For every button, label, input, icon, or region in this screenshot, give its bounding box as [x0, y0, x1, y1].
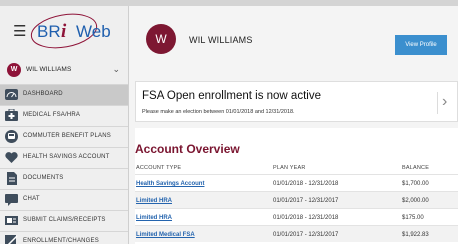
main-content: W WIL WILLIAMS View Profile FSA Open enr… — [129, 6, 458, 244]
profile-header: W WIL WILLIAMS View Profile — [129, 6, 458, 72]
enrollment-banner[interactable]: FSA Open enrollment is now active Please… — [135, 81, 458, 122]
enrollment-title: FSA Open enrollment is now active — [142, 90, 321, 102]
commuter-icon — [5, 130, 18, 143]
chevron-right-icon: › — [442, 93, 448, 110]
balance-cell: $1,700.00 — [402, 181, 429, 187]
account-link[interactable]: Limited HRA — [136, 198, 172, 204]
svg-text:i: i — [61, 21, 67, 42]
enrollment-icon — [5, 235, 18, 244]
plan-year-cell: 01/01/2018 - 12/31/2018 — [273, 215, 339, 221]
plan-year-cell: 01/01/2017 - 12/31/2017 — [273, 198, 339, 204]
chevron-down-icon[interactable]: ⌄ — [112, 64, 120, 75]
enrollment-chevron[interactable]: › — [437, 92, 458, 114]
sidebar-user-name: WIL WILLIAMS — [26, 66, 72, 73]
sidebar-item-label: MEDICAL FSA/HRA — [23, 112, 81, 118]
table-row: Health Savings Account 01/01/2018 - 12/3… — [135, 174, 458, 191]
brand-logo: BR i Web — [30, 13, 111, 49]
medical-icon — [5, 109, 18, 121]
profile-name: WIL WILLIAMS — [189, 35, 253, 45]
sidebar-item-dashboard[interactable]: DASHBOARD — [0, 84, 128, 105]
balance-cell: $175.00 — [402, 215, 424, 221]
svg-text:Web: Web — [76, 22, 111, 41]
sidebar-item-documents[interactable]: DOCUMENTS — [0, 168, 128, 189]
claims-icon — [5, 216, 18, 225]
dashboard-icon — [5, 89, 18, 100]
section-title: Account Overview — [135, 142, 240, 156]
sidebar-item-label: ENROLLMENT/CHANGES — [23, 238, 99, 244]
brand-header: ☰ BR i Web — [0, 6, 128, 56]
hamburger-menu-icon[interactable]: ☰ — [13, 24, 26, 39]
sidebar-item-health-savings-account[interactable]: HEALTH SAVINGS ACCOUNT — [0, 147, 128, 168]
sidebar-item-submit-claims-receipts[interactable]: SUBMIT CLAIMS/RECEIPTS — [0, 210, 128, 231]
account-overview: Account Overview ACCOUNT TYPE PLAN YEAR … — [135, 128, 458, 244]
column-header-balance: BALANCE — [402, 165, 430, 171]
sidebar-item-medical-fsa-hra[interactable]: MEDICAL FSA/HRA — [0, 105, 128, 126]
sidebar-item-chat[interactable]: CHAT — [0, 189, 128, 210]
avatar: W — [7, 63, 21, 77]
balance-cell: $1,922.83 — [402, 232, 429, 238]
sidebar-item-label: SUBMIT CLAIMS/RECEIPTS — [23, 217, 106, 223]
sidebar-item-label: DASHBOARD — [23, 91, 63, 97]
enrollment-subtitle: Please make an election between 01/01/20… — [142, 109, 295, 115]
sidebar-item-commuter-benefit-plans[interactable]: COMMUTER BENEFIT PLANS — [0, 126, 128, 147]
balance-cell: $2,000.00 — [402, 198, 429, 204]
avatar: W — [146, 24, 176, 54]
account-link[interactable]: Health Savings Account — [136, 181, 204, 187]
sidebar-item-enrollment-changes[interactable]: ENROLLMENT/CHANGES — [0, 231, 128, 244]
plan-year-cell: 01/01/2017 - 12/31/2017 — [273, 232, 339, 238]
user-switcher[interactable]: W WIL WILLIAMS ⌄ — [0, 60, 128, 82]
sidebar-item-label: CHAT — [23, 196, 40, 202]
table-row: Limited HRA 01/01/2017 - 12/31/2017 $2,0… — [135, 191, 458, 208]
sidebar-item-label: DOCUMENTS — [23, 175, 64, 181]
account-link[interactable]: Limited HRA — [136, 215, 172, 221]
sidebar: ☰ BR i Web W WIL WILLIAMS ⌄ DASHBOARD ME… — [0, 6, 129, 244]
table-row: Limited Medical FSA 01/01/2017 - 12/31/2… — [135, 225, 458, 242]
column-header-plan-year: PLAN YEAR — [273, 165, 306, 171]
sidebar-item-label: HEALTH SAVINGS ACCOUNT — [23, 154, 110, 160]
document-icon — [7, 172, 17, 185]
view-profile-button[interactable]: View Profile — [395, 35, 447, 55]
column-header-account-type: ACCOUNT TYPE — [136, 165, 182, 171]
chat-icon — [5, 194, 18, 206]
svg-text:BR: BR — [37, 22, 61, 41]
sidebar-item-label: COMMUTER BENEFIT PLANS — [23, 133, 111, 139]
heart-icon — [5, 152, 18, 163]
plan-year-cell: 01/01/2018 - 12/31/2018 — [273, 181, 339, 187]
account-link[interactable]: Limited Medical FSA — [136, 232, 195, 238]
table-row: Limited HRA 01/01/2018 - 12/31/2018 $175… — [135, 208, 458, 225]
